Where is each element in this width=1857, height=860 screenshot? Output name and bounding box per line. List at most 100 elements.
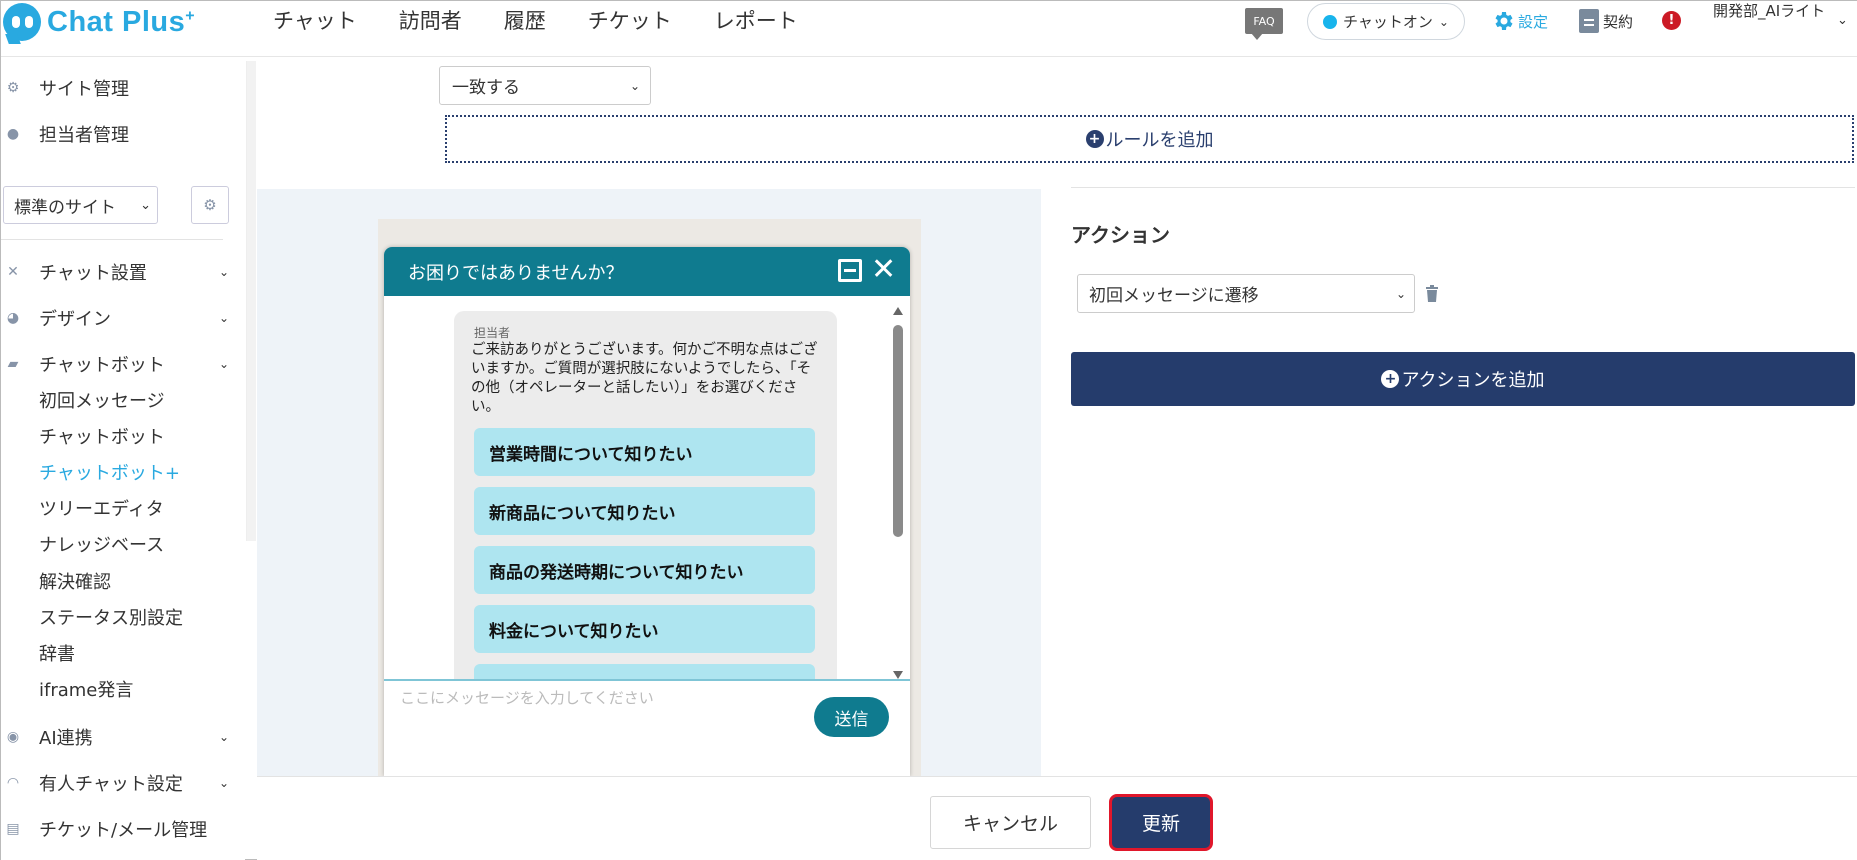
chevron-down-icon: ⌄ (1837, 13, 1848, 28)
action-divider (1071, 187, 1855, 188)
sidebar-sub-dictionary[interactable]: 辞書 (39, 638, 75, 668)
chevron-down-icon: ⌄ (218, 776, 229, 790)
logo-text: Chat Plus (47, 5, 186, 38)
settings-link[interactable]: 設定 (1491, 9, 1548, 33)
sidebar-item-design[interactable]: ◕ デザイン ⌄ (1, 300, 241, 336)
sidebar-sub-status-settings[interactable]: ステータス別設定 (39, 602, 183, 632)
message-bubble: 担当者 ご来訪ありがとうございます。何かご不明な点はございますか。ご質問が選択肢… (454, 311, 837, 679)
send-button[interactable]: 送信 (814, 697, 889, 737)
ai-icon: ◉ (6, 729, 20, 745)
headset-icon: ◠ (6, 775, 20, 791)
cancel-button[interactable]: キャンセル (930, 796, 1091, 849)
message-input[interactable]: ここにメッセージを入力してください (400, 687, 654, 708)
widget-title: お困りではありませんか？ (408, 262, 624, 284)
chevron-down-icon: ⌄ (140, 197, 151, 213)
top-nav: チャット 訪問者 履歴 チケット レポート (273, 5, 798, 35)
sidebar-item-label: AI連携 (39, 728, 93, 749)
site-select-value: 標準のサイト (14, 197, 116, 218)
chat-widget: お困りではありませんか？ ✕ 担当者 ご来訪ありがとうございます。何かご不明な点… (384, 247, 910, 776)
sidebar-sub-first-message[interactable]: 初回メッセージ (39, 385, 165, 415)
sidebar-item-staff-admin[interactable]: ● 担当者管理 (1, 116, 241, 152)
sender-name: 担当者 (474, 326, 511, 340)
action-title: アクション (1071, 223, 1170, 247)
nav-reports[interactable]: レポート (714, 5, 798, 35)
update-button[interactable]: 更新 (1109, 794, 1213, 851)
user-menu[interactable]: 開発部_AIライト (1713, 1, 1843, 22)
settings-label: 設定 (1518, 12, 1549, 31)
logo-sup: + (185, 6, 196, 24)
chevron-down-icon: ⌄ (218, 265, 229, 279)
action-select[interactable]: 初回メッセージに遷移 ⌄ (1077, 274, 1415, 313)
trash-icon[interactable] (1425, 285, 1439, 302)
message-text: ご来訪ありがとうございます。何かご不明な点はございますか。ご質問が選択肢にないよ… (471, 342, 818, 415)
chevron-down-icon: ⌄ (1395, 286, 1406, 301)
nav-tickets[interactable]: チケット (588, 5, 672, 35)
site-select[interactable]: 標準のサイト ⌄ (3, 186, 158, 224)
widget-scrollbar[interactable] (892, 307, 904, 685)
chevron-down-icon: ⌄ (629, 78, 640, 93)
widget-body: 担当者 ご来訪ありがとうございます。何かご不明な点はございますか。ご質問が選択肢… (384, 296, 910, 679)
minimize-icon[interactable] (838, 259, 862, 282)
add-rule-button[interactable]: + ルールを追加 (445, 115, 1854, 163)
gear-icon (1495, 12, 1513, 30)
scroll-thumb[interactable] (893, 325, 903, 537)
input-divider (384, 679, 910, 681)
sidebar-scrollbar[interactable] (246, 61, 256, 541)
chat-status-label: チャットオン (1343, 13, 1433, 31)
alert-icon[interactable]: ! (1662, 11, 1681, 30)
chevron-down-icon: ⌄ (1438, 14, 1449, 29)
sidebar-item-label: チャット設置 (39, 263, 147, 284)
match-select[interactable]: 一致する ⌄ (439, 66, 651, 105)
chat-status-dropdown[interactable]: チャットオン ⌄ (1307, 3, 1465, 40)
sidebar-item-label: デザイン (39, 309, 111, 330)
chevron-down-icon: ⌄ (218, 357, 229, 371)
option-button[interactable]: 商品の発送時期について知りたい (474, 546, 815, 594)
chat-icon: ▰ (7, 356, 19, 372)
option-button[interactable]: 営業時間について知りたい (474, 428, 815, 476)
sidebar-sub-tree-editor[interactable]: ツリーエディタ (39, 493, 164, 523)
plus-circle-icon: + (1381, 370, 1400, 388)
sidebar-divider (1, 239, 223, 240)
sidebar-sub-iframe[interactable]: iframe発言 (39, 674, 133, 704)
status-dot-icon (1323, 14, 1337, 29)
add-action-label: アクションを追加 (1401, 370, 1545, 391)
nav-visitors[interactable]: 訪問者 (399, 5, 462, 35)
widget-header: お困りではありませんか？ (384, 247, 910, 296)
site-settings-button[interactable]: ⚙ (191, 186, 229, 224)
nav-history[interactable]: 履歴 (504, 5, 546, 35)
sidebar-sub-knowledge-base[interactable]: ナレッジベース (39, 529, 164, 559)
gear-icon: ⚙ (203, 196, 217, 214)
tools-icon: ✕ (7, 264, 19, 280)
scroll-up-icon[interactable] (893, 307, 903, 315)
option-button[interactable]: 新商品について知りたい (474, 487, 815, 535)
list-icon: ▤ (6, 821, 20, 837)
chevron-down-icon: ⌄ (218, 311, 229, 325)
sidebar-item-label: 有人チャット設定 (39, 774, 183, 795)
sidebar-sub-chatbot[interactable]: チャットボット (39, 421, 165, 451)
close-icon[interactable]: ✕ (871, 253, 896, 287)
add-action-button[interactable]: + アクションを追加 (1071, 352, 1855, 406)
plus-circle-icon: + (1085, 130, 1104, 148)
option-button-partial[interactable] (474, 664, 815, 679)
sidebar-item-manned-chat[interactable]: ◠ 有人チャット設定 ⌄ (1, 765, 241, 801)
sidebar-item-ai[interactable]: ◉ AI連携 ⌄ (1, 719, 241, 755)
sidebar-item-ticket-mail[interactable]: ▤ チケット/メール管理 (1, 811, 241, 847)
sidebar-sub-resolution[interactable]: 解決確認 (39, 566, 111, 596)
faq-button[interactable]: FAQ (1245, 8, 1283, 40)
scroll-down-icon[interactable] (893, 671, 903, 679)
sidebar-item-chatbot[interactable]: ▰ チャットボット ⌄ (1, 346, 241, 382)
sidebar-item-chat-install[interactable]: ✕ チャット設置 ⌄ (1, 254, 241, 290)
nav-chat[interactable]: チャット (273, 5, 357, 35)
document-icon (1579, 9, 1599, 33)
option-button[interactable]: 料金について知りたい (474, 605, 815, 653)
add-rule-label: ルールを追加 (1105, 130, 1214, 151)
logo-icon (3, 3, 41, 41)
gear-icon: ⚙ (6, 80, 20, 96)
sidebar-sub-chatbot-plus[interactable]: チャットボット+ (39, 457, 180, 487)
sidebar-item-label: サイト管理 (39, 79, 129, 100)
user-gear-icon: ● (6, 126, 20, 142)
contract-link[interactable]: 契約 (1579, 9, 1633, 33)
sidebar-item-site-admin[interactable]: ⚙ サイト管理 (1, 70, 241, 106)
logo[interactable]: Chat Plus+ (3, 3, 195, 41)
action-select-value: 初回メッセージに遷移 (1089, 286, 1259, 306)
